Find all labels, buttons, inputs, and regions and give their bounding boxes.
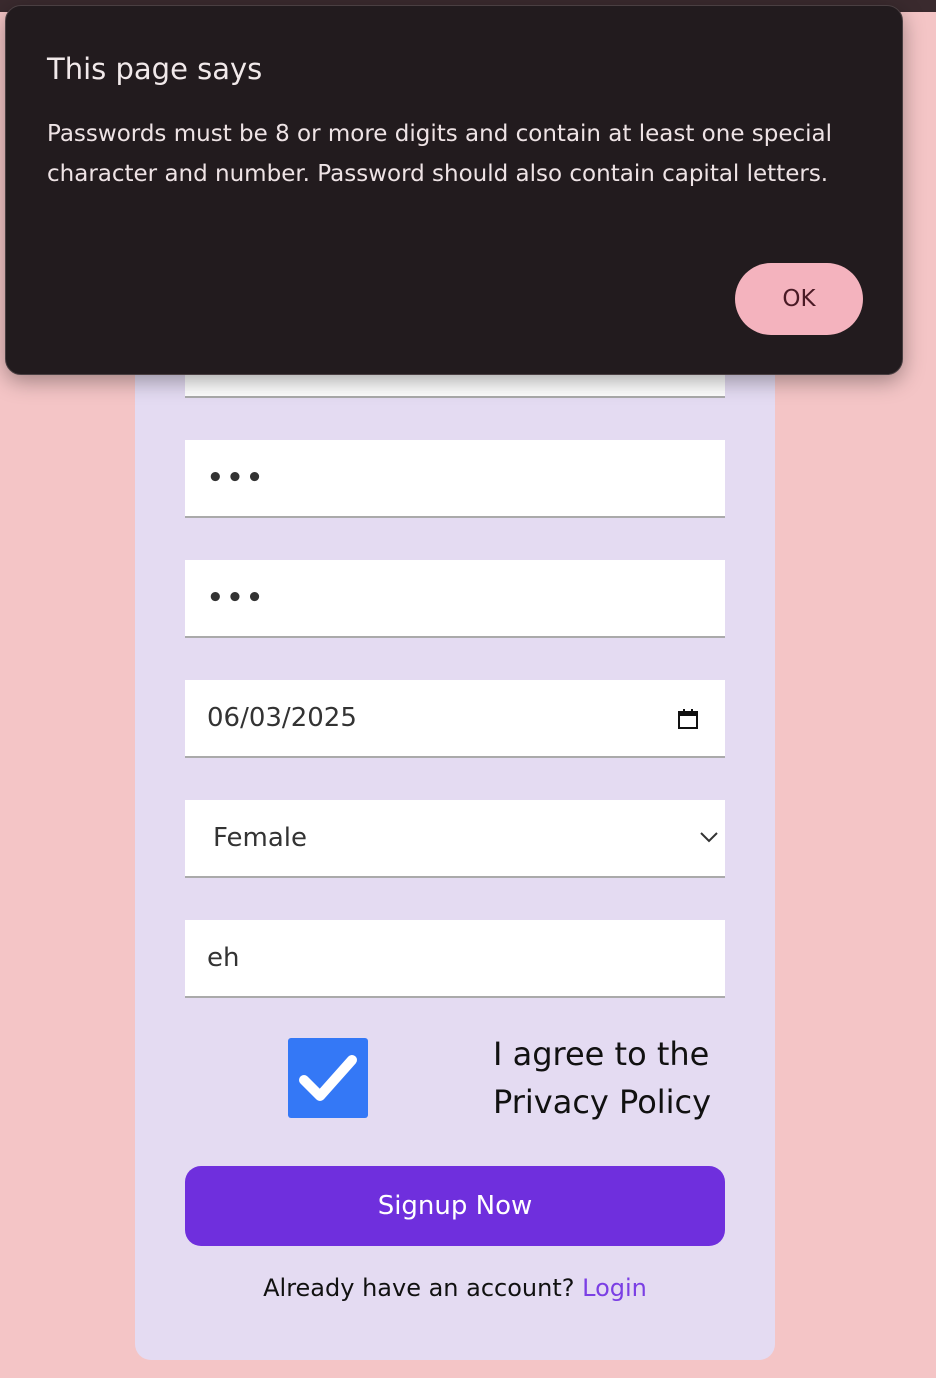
password-mask: ••• [207, 463, 266, 493]
date-value: 06/03/2025 [207, 703, 357, 733]
gender-select[interactable]: Female [185, 800, 725, 878]
text-value: eh [207, 943, 240, 973]
checkmark-icon [299, 1055, 357, 1101]
gender-value: Female [213, 823, 308, 853]
text-field[interactable]: eh [185, 920, 725, 998]
privacy-label-line1: I agree to the [493, 1035, 710, 1073]
dialog-message: Passwords must be 8 or more digits and c… [47, 121, 833, 187]
date-of-birth-field[interactable]: 06/03/2025 [185, 680, 725, 758]
alert-dialog: This page says Passwords must be 8 or mo… [5, 5, 903, 375]
login-prompt: Already have an account? Login [185, 1274, 725, 1302]
privacy-label: I agree to the Privacy Policy [493, 1030, 733, 1126]
confirm-password-mask: ••• [207, 583, 266, 613]
chevron-down-icon [700, 832, 718, 843]
privacy-checkbox[interactable] [288, 1038, 368, 1118]
calendar-icon[interactable] [677, 708, 699, 730]
signup-button[interactable]: Signup Now [185, 1166, 725, 1246]
ok-button[interactable]: OK [735, 263, 863, 335]
confirm-password-field[interactable]: ••• [185, 560, 725, 638]
password-field[interactable]: ••• [185, 440, 725, 518]
dialog-title: This page says [47, 52, 263, 86]
login-prompt-text: Already have an account? [263, 1274, 575, 1302]
privacy-label-line2: Privacy Policy [493, 1083, 712, 1121]
login-link[interactable]: Login [582, 1274, 647, 1302]
